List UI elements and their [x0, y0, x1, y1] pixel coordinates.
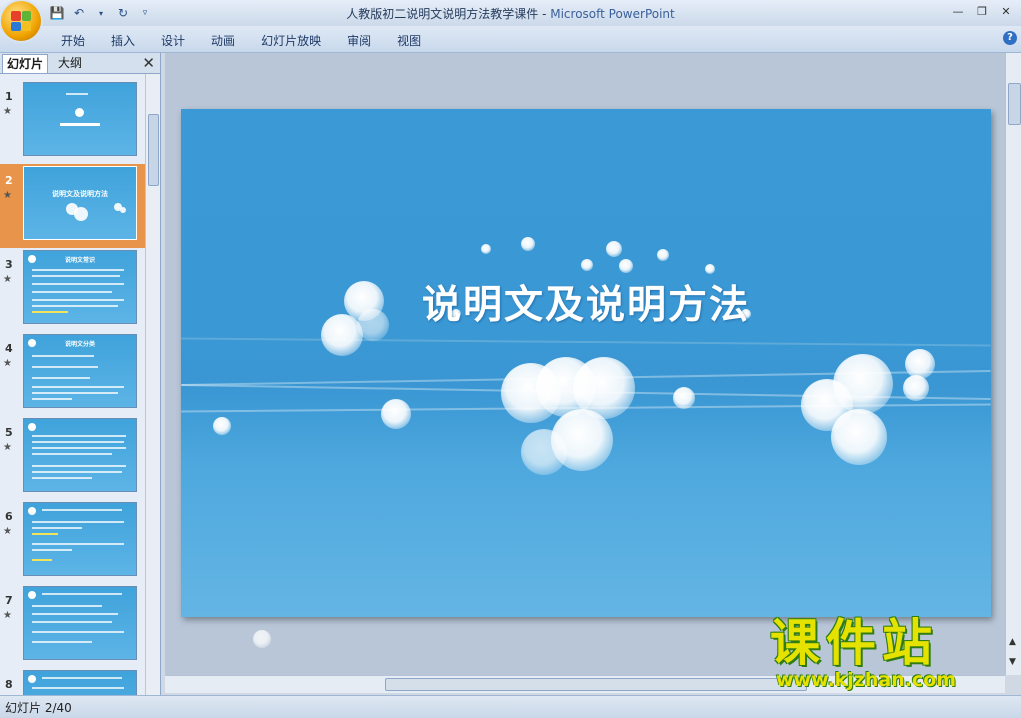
pane-tabs: 幻灯片 大纲 ✕ — [0, 53, 160, 74]
office-button[interactable] — [1, 1, 41, 41]
slide-thumbnail-2[interactable]: 2 ★ 说明文及说明方法 — [0, 164, 145, 248]
slide-preview — [23, 82, 137, 156]
slide-preview: 说明文及说明方法 — [23, 166, 137, 240]
bubble-decoration — [673, 387, 695, 409]
slide-preview — [23, 418, 137, 492]
title-separator: - — [538, 7, 551, 21]
tab-slides[interactable]: 幻灯片 — [2, 54, 49, 73]
tab-slideshow[interactable]: 幻灯片放映 — [248, 30, 334, 51]
help-icon[interactable]: ? — [1003, 31, 1017, 45]
animation-star-icon: ★ — [3, 442, 12, 453]
thumbnail-title: 说明文常识 — [64, 257, 95, 264]
slide-preview — [23, 502, 137, 576]
scroll-thumb[interactable] — [148, 114, 159, 186]
slide-preview — [23, 670, 137, 695]
scroll-thumb[interactable] — [385, 678, 807, 691]
thumbnail-title: 说明文及说明方法 — [52, 190, 108, 198]
ribbon-tabs: 开始 插入 设计 动画 幻灯片放映 审阅 视图 — [48, 30, 434, 51]
ribbon: 开始 插入 设计 动画 幻灯片放映 审阅 视图 ? — [0, 26, 1021, 53]
bubble-decoration — [657, 249, 669, 261]
tab-home[interactable]: 开始 — [48, 30, 98, 51]
slide-preview: 说明文常识 — [23, 250, 137, 324]
tab-review[interactable]: 审阅 — [334, 30, 384, 51]
bubble-decoration — [606, 241, 622, 257]
animation-star-icon: ★ — [3, 190, 12, 201]
thumbnail-scrollbar[interactable] — [145, 74, 160, 695]
tab-animation[interactable]: 动画 — [198, 30, 248, 51]
slide-number: 7 — [5, 594, 13, 607]
close-icon[interactable]: ✕ — [995, 2, 1017, 20]
animation-star-icon: ★ — [3, 274, 12, 285]
animation-star-icon: ★ — [3, 358, 12, 369]
horizontal-scrollbar[interactable] — [165, 675, 1005, 693]
bubble-decoration — [213, 417, 231, 435]
wave-decoration — [181, 337, 991, 347]
bubble-decoration — [481, 244, 491, 254]
slide-preview: 说明文分类 — [23, 334, 137, 408]
slide-number: 8 — [5, 678, 13, 691]
slide-number: 6 — [5, 510, 13, 523]
slide-number: 3 — [5, 258, 13, 271]
bubble-decoration — [253, 630, 271, 648]
thumbnail-list: 1 ★ 2 ★ 说明文及说明方法 3 ★ 说明文常识 4 ★ 说明文分类 5 ★… — [0, 74, 145, 695]
window-controls: — ❐ ✕ — [947, 2, 1017, 20]
bubble-decoration — [521, 429, 567, 475]
app-name: Microsoft PowerPoint — [550, 7, 675, 21]
scroll-thumb[interactable] — [1008, 83, 1021, 125]
window-title: 人教版初二说明文说明方法教学课件 - Microsoft PowerPoint — [0, 5, 1021, 22]
slide-thumbnail-3[interactable]: 3 ★ 说明文常识 — [0, 248, 145, 332]
slide-thumbnail-6[interactable]: 6 ★ — [0, 500, 145, 584]
bubble-decoration — [831, 409, 887, 465]
tab-design[interactable]: 设计 — [148, 30, 198, 51]
slide-thumbnail-5[interactable]: 5 ★ — [0, 416, 145, 500]
slide-number: 5 — [5, 426, 13, 439]
slides-pane: 幻灯片 大纲 ✕ 1 ★ 2 ★ 说明文及说明方法 3 ★ 说明文常识 4 ★ … — [0, 53, 161, 695]
slide-canvas[interactable]: 说明文及说明方法 — [181, 109, 991, 617]
slide-thumbnail-1[interactable]: 1 ★ — [0, 80, 145, 164]
status-bar: 幻灯片 2/40 — [0, 695, 1021, 718]
tab-view[interactable]: 视图 — [384, 30, 434, 51]
vertical-scrollbar[interactable]: ▲ ▼ — [1005, 53, 1021, 675]
bubble-decoration — [705, 264, 715, 274]
slide-counter: 幻灯片 2/40 — [5, 701, 72, 715]
slide-number: 1 — [5, 90, 13, 103]
office-logo-icon — [11, 11, 31, 31]
slide-preview — [23, 586, 137, 660]
bubble-decoration — [381, 399, 411, 429]
tab-insert[interactable]: 插入 — [98, 30, 148, 51]
slide-thumbnail-4[interactable]: 4 ★ 说明文分类 — [0, 332, 145, 416]
title-bar: 💾 ↶ ▾ ↻ ▿ 人教版初二说明文说明方法教学课件 - Microsoft P… — [0, 0, 1021, 41]
animation-star-icon: ★ — [3, 610, 12, 621]
bubble-decoration — [833, 354, 893, 414]
document-title: 人教版初二说明文说明方法教学课件 — [346, 7, 539, 21]
animation-star-icon: ★ — [3, 106, 12, 117]
close-pane-icon[interactable]: ✕ — [142, 54, 155, 72]
slide-thumbnail-8[interactable]: 8 — [0, 668, 145, 695]
slide-number: 2 — [5, 174, 13, 187]
restore-icon[interactable]: ❐ — [971, 2, 993, 20]
slide-number: 4 — [5, 342, 13, 355]
bubble-decoration — [581, 259, 593, 271]
minimize-icon[interactable]: — — [947, 2, 969, 20]
bubble-decoration — [619, 259, 633, 273]
bubble-decoration — [905, 349, 935, 379]
slide-thumbnail-7[interactable]: 7 ★ — [0, 584, 145, 668]
slide-title[interactable]: 说明文及说明方法 — [181, 274, 991, 330]
tab-outline[interactable]: 大纲 — [54, 54, 86, 72]
bubble-decoration — [903, 375, 929, 401]
thumbnail-title: 说明文分类 — [64, 341, 95, 348]
animation-star-icon: ★ — [3, 526, 12, 537]
bubble-decoration — [521, 237, 535, 251]
previous-slide-icon[interactable]: ▲ — [1009, 637, 1016, 647]
next-slide-icon[interactable]: ▼ — [1009, 657, 1016, 667]
